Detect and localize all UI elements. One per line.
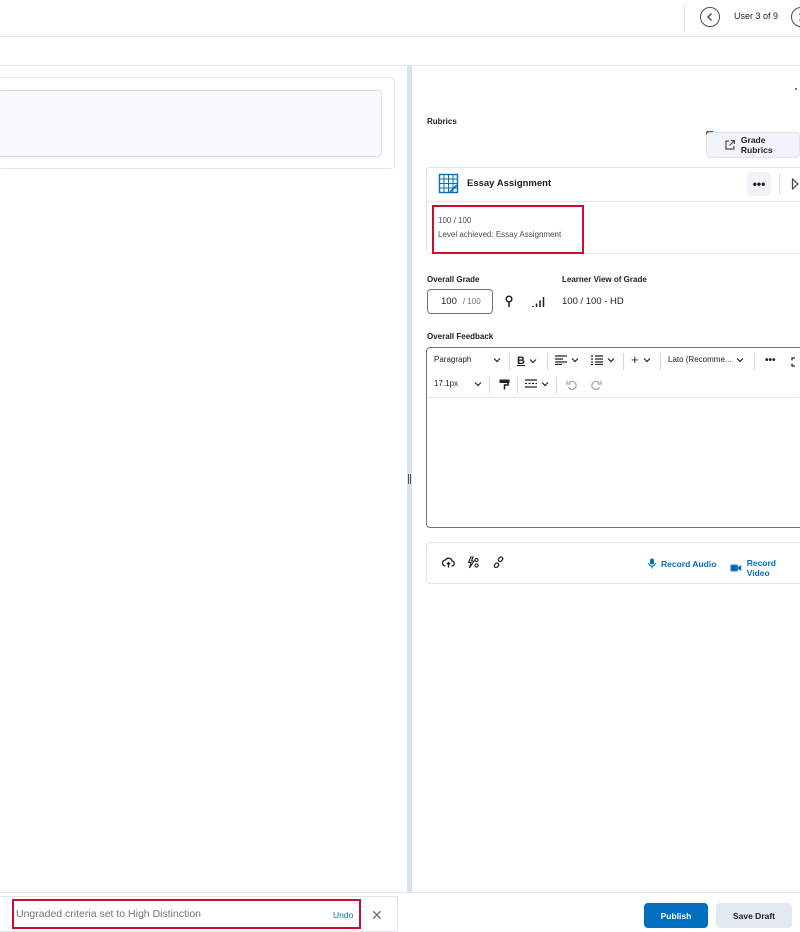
grade-value: 100 — [441, 296, 457, 307]
rubrics-label: Rubrics — [427, 117, 457, 126]
editor-toolbar-row-1: Paragraph B + Lato (Recomme... ••• — [427, 351, 799, 373]
previous-user-button[interactable] — [700, 7, 720, 27]
bullet-list-icon — [591, 355, 603, 365]
plus-icon: + — [631, 352, 639, 367]
chevron-down-icon — [736, 357, 744, 362]
toolbar-separator — [547, 353, 548, 370]
font-family-label: Lato (Recomme... — [668, 355, 732, 364]
rubric-grid-icon — [438, 173, 459, 194]
upload-icon[interactable] — [442, 557, 455, 568]
publish-button[interactable]: Publish — [644, 903, 708, 928]
submission-content — [0, 90, 382, 157]
align-button[interactable] — [555, 355, 579, 365]
insert-button[interactable]: + — [631, 352, 651, 367]
sub-bar — [0, 37, 800, 66]
overall-grade-input[interactable]: 100 / 100 — [427, 289, 493, 314]
toolbar-separator — [509, 353, 510, 370]
toolbar-separator — [660, 353, 661, 370]
chevron-down-icon — [571, 358, 579, 363]
top-bar — [0, 0, 800, 37]
chevron-down-icon — [643, 358, 651, 363]
more-options-icon: ••• — [752, 177, 766, 191]
microphone-icon — [648, 558, 656, 569]
pin-icon[interactable] — [504, 295, 514, 308]
line-spacing-icon — [525, 379, 537, 388]
video-camera-icon — [730, 564, 742, 572]
rubric-level-achieved: Level achieved: Essay Assignment — [438, 230, 562, 239]
quicklinks-icon[interactable] — [467, 556, 480, 569]
rubric-score: 100 / 100 — [438, 216, 472, 225]
chevron-down-icon — [493, 357, 501, 362]
paragraph-format-select[interactable]: Paragraph — [434, 355, 501, 364]
save-draft-button[interactable]: Save Draft — [716, 903, 792, 928]
line-spacing-button[interactable] — [525, 379, 549, 388]
bold-icon: B — [517, 355, 525, 367]
font-size-label: 17.1px — [434, 379, 459, 388]
redo-icon[interactable] — [590, 379, 602, 391]
rubric-header-separator — [779, 174, 780, 194]
expand-rubric-icon[interactable] — [791, 178, 800, 190]
more-dot-icon — [795, 88, 797, 90]
rubric-title: Essay Assignment — [467, 178, 552, 189]
more-tools-button[interactable]: ••• — [765, 355, 776, 366]
fullscreen-icon[interactable] — [791, 357, 799, 367]
toolbar-separator — [517, 377, 518, 394]
record-video-link[interactable]: Record Video — [730, 558, 800, 578]
more-options-icon: ••• — [765, 355, 776, 366]
editor-toolbar-row-2: 17.1px — [427, 375, 799, 397]
learner-view-label: Learner View of Grade — [562, 275, 647, 284]
topbar-divider — [684, 4, 685, 32]
chevron-down-icon — [541, 381, 549, 386]
chevron-down-icon — [607, 358, 615, 363]
font-family-select[interactable]: Lato (Recomme... — [668, 355, 744, 364]
list-button[interactable] — [591, 355, 615, 365]
overall-feedback-label: Overall Feedback — [427, 332, 494, 341]
format-painter-button[interactable] — [499, 379, 510, 390]
grade-out-of: / 100 — [462, 297, 481, 306]
toast-message: Ungraded criteria set to High Distinctio… — [16, 908, 202, 920]
bold-button[interactable]: B — [517, 355, 537, 367]
chevron-down-icon — [474, 381, 482, 386]
record-video-label: Record Video — [746, 558, 776, 578]
undo-link[interactable]: Undo — [333, 910, 353, 920]
paragraph-format-label: Paragraph — [434, 355, 472, 364]
editor-divider — [427, 397, 799, 398]
statistics-icon[interactable] — [532, 296, 545, 308]
link-icon[interactable] — [492, 556, 505, 569]
font-size-select[interactable]: 17.1px — [434, 379, 482, 388]
toolbar-separator — [489, 377, 490, 394]
grade-rubrics-label: Grade Rubrics — [740, 135, 773, 155]
learner-view-value: 100 / 100 - HD — [562, 296, 624, 307]
chevron-right-icon — [799, 13, 800, 21]
close-icon[interactable]: ✕ — [371, 907, 383, 924]
align-left-icon — [555, 355, 567, 365]
chevron-left-icon — [707, 13, 712, 21]
record-audio-link[interactable]: Record Audio — [648, 558, 716, 569]
record-audio-label: Record Audio — [661, 558, 717, 569]
submission-pane — [0, 66, 407, 892]
toolbar-separator — [556, 377, 557, 394]
external-link-icon — [725, 139, 736, 150]
paint-brush-icon — [499, 379, 510, 390]
grade-rubrics-button[interactable]: Grade Rubrics — [706, 132, 800, 158]
rubric-more-button[interactable]: ••• — [747, 172, 771, 196]
toolbar-separator — [754, 353, 755, 370]
undo-icon[interactable] — [566, 379, 578, 391]
toolbar-separator — [623, 353, 624, 370]
chevron-down-icon — [529, 359, 537, 364]
user-count: User 3 of 9 — [734, 11, 779, 21]
overall-grade-label: Overall Grade — [427, 275, 480, 284]
